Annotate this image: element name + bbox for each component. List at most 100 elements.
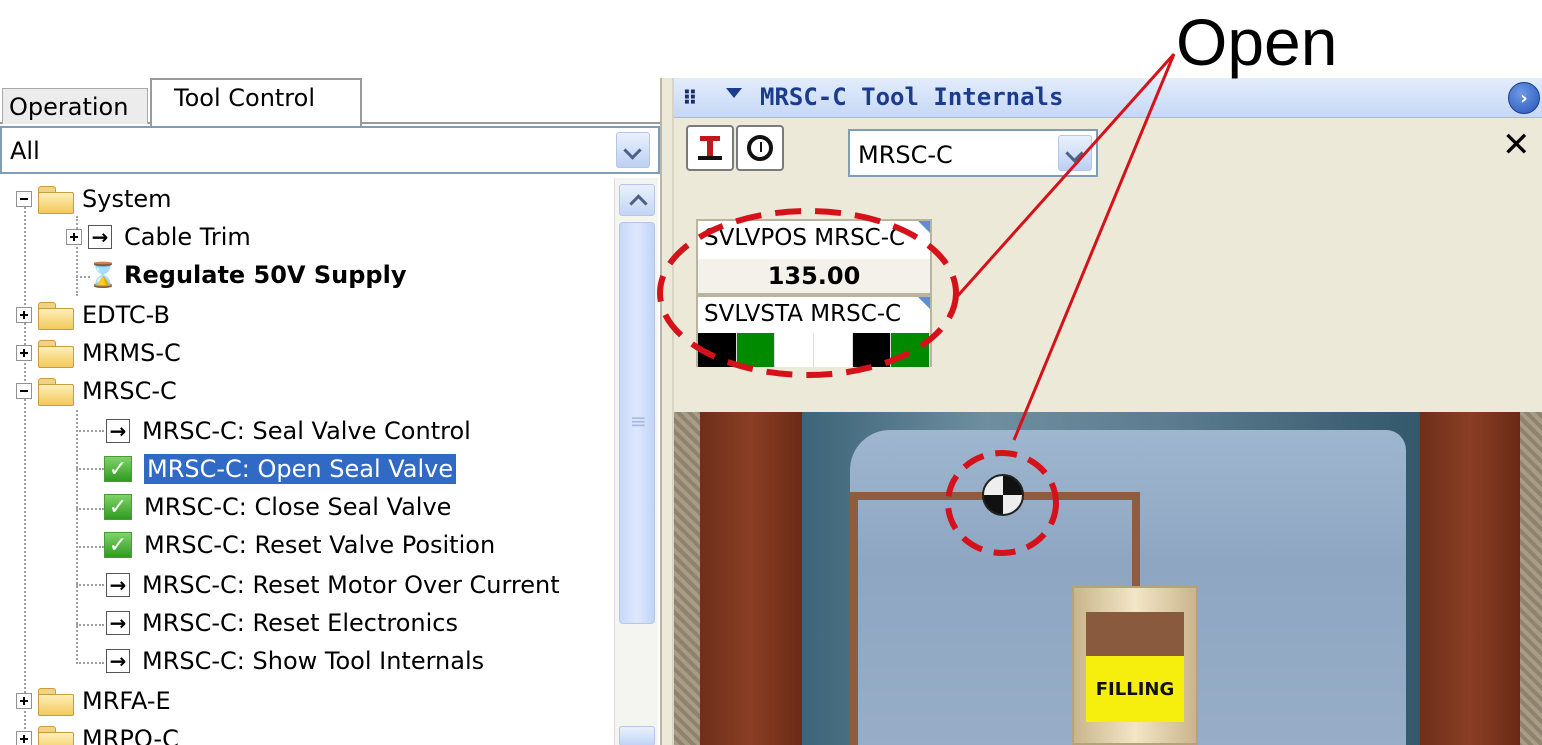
expand-icon[interactable]: [16, 693, 32, 709]
folder-icon: [38, 302, 74, 330]
tree-node-label: MRSC-C: Close Seal Valve: [144, 493, 452, 521]
tree-node-label: MRSC-C: Seal Valve Control: [142, 417, 471, 445]
tab-strip: Operation Tool Control: [0, 78, 660, 126]
chevron-down-icon[interactable]: [1058, 135, 1092, 171]
tool-select-value: MRSC-C: [858, 141, 953, 169]
tree-node-label: MRFA-E: [82, 687, 171, 715]
folder-icon: [38, 688, 74, 716]
status-bit-strip: [698, 333, 931, 367]
tree-connector: [76, 662, 104, 664]
tree-node-seal-valve-control[interactable]: → MRSC-C: Seal Valve Control: [106, 412, 471, 450]
tab-tool-control[interactable]: Tool Control: [150, 78, 362, 126]
readout-area: SVLVPOS MRSC-C 135.00 SVLVSTA MRSC-C: [674, 189, 1542, 371]
command-arrow-icon: →: [106, 649, 130, 673]
tree-node-label: Regulate 50V Supply: [124, 261, 407, 289]
tree-node-mrms-c[interactable]: MRMS-C: [16, 334, 181, 372]
piston: [1086, 612, 1184, 656]
annotation-open-label: Open: [1176, 5, 1338, 79]
tree-connector: [76, 584, 104, 586]
filter-dropdown[interactable]: All: [0, 126, 660, 174]
tree-scrollbar[interactable]: [614, 178, 658, 745]
scroll-thumb[interactable]: [619, 222, 655, 624]
tree-node-system[interactable]: System: [16, 180, 172, 218]
tree-node-label: MRMS-C: [82, 339, 181, 367]
status-bit: [736, 333, 776, 367]
tree-node-label: MRSC-C: Reset Valve Position: [144, 531, 496, 559]
expand-icon[interactable]: [16, 731, 32, 745]
close-icon[interactable]: ✕: [1502, 125, 1531, 165]
expand-icon[interactable]: [66, 229, 82, 245]
tree-node-close-seal-valve[interactable]: ✓ MRSC-C: Close Seal Valve: [104, 488, 451, 526]
tool-schematic-button[interactable]: [686, 125, 734, 171]
tree-node-label: MRPO-C: [82, 725, 179, 745]
scroll-down-button[interactable]: [619, 726, 655, 745]
folder-icon: [38, 378, 74, 406]
sample-chamber: FILLING: [1072, 586, 1198, 745]
collapse-arrow-icon[interactable]: [726, 88, 742, 98]
tree-node-mrsc-c[interactable]: MRSC-C: [16, 372, 177, 410]
tree-node-reset-valve-position[interactable]: ✓ MRSC-C: Reset Valve Position: [104, 526, 495, 564]
folder-icon: [38, 726, 74, 745]
pane-splitter[interactable]: [660, 78, 674, 745]
tree-node-cable-trim[interactable]: → Cable Trim: [66, 218, 251, 256]
tool-select-dropdown[interactable]: MRSC-C: [848, 129, 1098, 177]
command-tree: System → Cable Trim ⌛ Regulate 50V Suppl…: [0, 178, 612, 745]
panel-header: ⠿ MRSC-C Tool Internals ›: [674, 78, 1542, 118]
tree-node-label: MRSC-C: Reset Electronics: [142, 609, 458, 637]
tree-node-reset-motor-over-current[interactable]: → MRSC-C: Reset Motor Over Current: [106, 566, 560, 604]
check-icon: ✓: [104, 456, 132, 482]
check-icon: ✓: [104, 532, 132, 558]
svlvsta-readout: SVLVSTA MRSC-C: [696, 295, 932, 367]
scroll-up-button[interactable]: [619, 184, 655, 216]
tree-node-mrfa-e[interactable]: MRFA-E: [16, 682, 171, 720]
readout-label: SVLVPOS MRSC-C: [704, 225, 906, 251]
status-bit: [814, 333, 853, 367]
readout-label: SVLVSTA MRSC-C: [704, 301, 902, 327]
filling-indicator: FILLING: [1086, 656, 1184, 722]
status-bit: [698, 333, 737, 367]
tree-connector: [76, 546, 104, 548]
tree-node-show-tool-internals[interactable]: → MRSC-C: Show Tool Internals: [106, 642, 484, 680]
tree-node-label: MRSC-C: Open Seal Valve: [144, 454, 457, 484]
command-arrow-icon: →: [106, 611, 130, 635]
tree-node-label: MRSC-C: Reset Motor Over Current: [142, 571, 560, 599]
expand-icon[interactable]: [16, 307, 32, 323]
borehole-wall-left: [700, 412, 802, 745]
borehole-wall-right: [1420, 412, 1520, 745]
expand-icon[interactable]: [16, 345, 32, 361]
tool-control-pane: Operation Tool Control All System → Cabl…: [0, 78, 660, 745]
internals-toolbar: MRSC-C ✕: [674, 119, 1542, 189]
folder-icon: [38, 186, 74, 214]
chevron-down-icon[interactable]: [616, 132, 650, 168]
flowline: [1034, 492, 1140, 500]
tree-connector: [76, 508, 104, 510]
folder-icon: [38, 340, 74, 368]
grip-icon[interactable]: ⠿: [682, 86, 698, 110]
panel-title: MRSC-C Tool Internals: [760, 83, 1064, 111]
command-arrow-icon: →: [106, 573, 130, 597]
tree-connector: [24, 196, 26, 736]
valve-tool-icon: [698, 136, 722, 160]
chevron-right-icon[interactable]: ›: [1508, 82, 1540, 114]
gauge-icon: [747, 135, 773, 161]
svlvpos-readout: SVLVPOS MRSC-C 135.00: [696, 219, 932, 295]
tree-node-label: EDTC-B: [82, 301, 170, 329]
tool-internals-animation: FILLING: [674, 412, 1542, 745]
tree-node-label: MRSC-C: Show Tool Internals: [142, 647, 485, 675]
seal-valve-icon[interactable]: [982, 474, 1024, 516]
gauge-button[interactable]: [736, 125, 784, 171]
tree-node-open-seal-valve[interactable]: ✓ MRSC-C: Open Seal Valve: [104, 450, 457, 488]
status-bit: [852, 333, 892, 367]
flowline: [850, 492, 858, 745]
tool-internals-pane: ⠿ MRSC-C Tool Internals › MRSC-C ✕ SVLVP…: [674, 78, 1542, 745]
tab-operation[interactable]: Operation: [2, 88, 148, 124]
tree-node-reset-electronics[interactable]: → MRSC-C: Reset Electronics: [106, 604, 458, 642]
tree-node-edtc-b[interactable]: EDTC-B: [16, 296, 170, 334]
tree-connector: [76, 468, 104, 470]
collapse-icon[interactable]: [16, 383, 32, 399]
flowline: [1132, 492, 1140, 592]
tree-node-regulate-50v[interactable]: ⌛ Regulate 50V Supply: [88, 256, 406, 294]
collapse-icon[interactable]: [16, 191, 32, 207]
tree-node-mrpo-c[interactable]: MRPO-C: [16, 720, 179, 745]
filter-value: All: [10, 137, 40, 165]
